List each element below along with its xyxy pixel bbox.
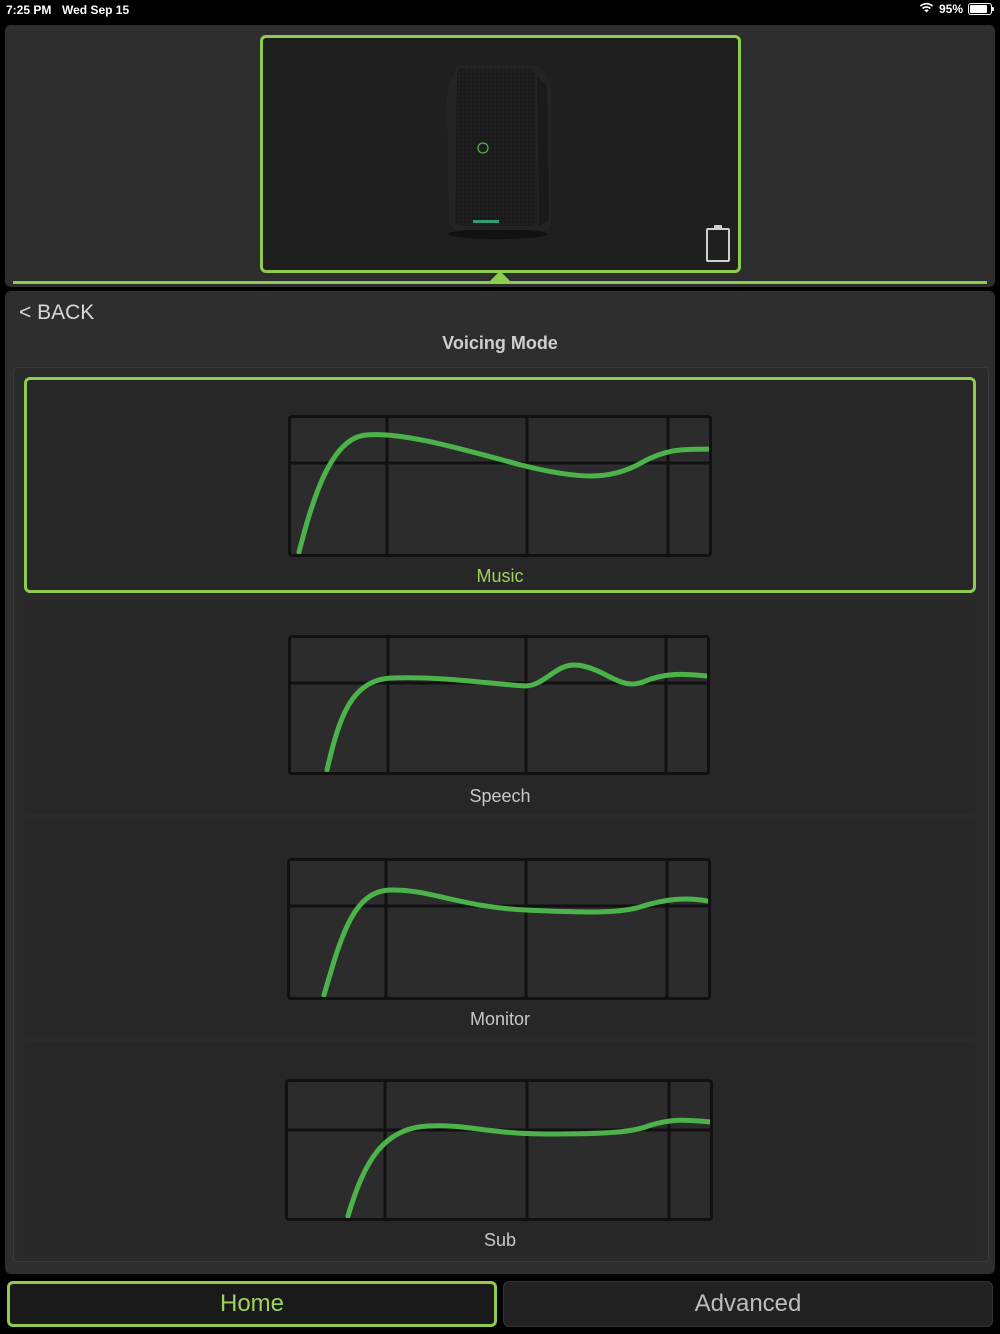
main-panel: < BACK Voicing Mode Music Speech Monitor… [5,291,995,1274]
mode-sub[interactable]: Sub [24,1042,976,1256]
speaker-icon [441,62,556,245]
mode-label-music: Music [476,566,524,586]
status-time: 7:25 PM [6,3,52,17]
device-card[interactable] [260,35,741,273]
tab-advanced[interactable]: Advanced [503,1281,993,1327]
status-battery-fill [970,5,987,13]
eq-curve-music [288,415,712,557]
mode-label-sub: Sub [483,1230,517,1250]
battery-icon [706,225,730,262]
eq-curve-sub [285,1079,713,1221]
selection-pointer-icon [490,271,510,281]
page-title: Voicing Mode [442,333,558,353]
status-battery-icon [968,3,994,15]
device-header [5,25,995,287]
tab-bar: Home Advanced [0,1278,1000,1334]
header-divider [13,281,987,284]
mode-music[interactable]: Music [24,377,976,593]
back-button[interactable]: < BACK [19,301,94,325]
mode-monitor[interactable]: Monitor [24,821,976,1035]
wifi-icon [919,2,934,16]
mode-label-speech: Speech [469,786,531,806]
battery-percent: 95% [938,2,963,16]
mode-label-monitor: Monitor [469,1009,531,1029]
tab-home[interactable]: Home [7,1281,497,1327]
voicing-mode-list: Music Speech Monitor Sub [13,367,989,1262]
eq-curve-monitor [287,858,711,1000]
mode-speech[interactable]: Speech [24,600,976,814]
status-right: 95% [919,2,994,16]
status-date: Wed Sep 15 [62,3,130,17]
status-bar: 7:25 PM Wed Sep 15 95% [0,0,1000,22]
eq-curve-speech [288,635,710,775]
